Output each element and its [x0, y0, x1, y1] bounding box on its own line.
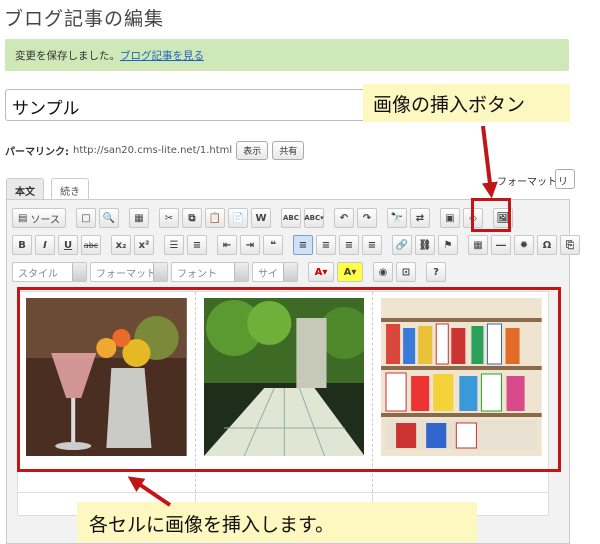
- spellcheck-icon[interactable]: ABC: [280, 208, 301, 228]
- unlink-icon[interactable]: ⛓: [415, 235, 435, 255]
- style-select[interactable]: スタイル: [12, 262, 87, 282]
- smiley-icon[interactable]: ✹: [514, 235, 534, 255]
- copy-icon[interactable]: ⧉: [181, 208, 202, 228]
- table-icon[interactable]: ▦: [468, 235, 488, 255]
- align-right-icon[interactable]: ≡: [339, 235, 359, 255]
- share-button[interactable]: 共有: [272, 141, 305, 160]
- align-center-icon[interactable]: ≡: [316, 235, 336, 255]
- bg-color-icon[interactable]: A▾: [337, 262, 363, 282]
- insert-image-highlight: [471, 198, 511, 232]
- link-icon[interactable]: 🔗: [392, 235, 412, 255]
- paste-icon[interactable]: 📋: [204, 208, 225, 228]
- align-justify-icon[interactable]: ≡: [362, 235, 382, 255]
- outdent-icon[interactable]: ⇤: [217, 235, 237, 255]
- font-chevron-down-icon: [234, 263, 248, 281]
- tab-more[interactable]: 続き: [51, 178, 89, 200]
- page-title: ブログ記事の編集: [4, 8, 165, 30]
- format-placeholder: フォーマット: [96, 268, 156, 280]
- size-placeholder: サイ: [258, 268, 278, 280]
- media-icon[interactable]: ◉: [373, 262, 393, 282]
- cells-hint-callout: 各セルに画像を挿入します。: [77, 502, 477, 542]
- underline-button[interactable]: U: [58, 235, 78, 255]
- bullet-list-icon[interactable]: ≡: [187, 235, 207, 255]
- font-placeholder: フォント: [177, 268, 217, 280]
- numbered-list-icon[interactable]: ☰: [164, 235, 184, 255]
- permalink-label: パーマリンク:: [5, 147, 69, 158]
- tab-body[interactable]: 本文: [6, 178, 44, 200]
- subscript-button[interactable]: x₂: [111, 235, 131, 255]
- notice-text: 変更を保存しました。: [15, 50, 120, 62]
- toolbar-row-2: B I U abc x₂ x² ☰ ≡ ⇤ ⇥ ❝ ≡ ≡ ≡ ≡ 🔗 ⛓ ⚑ …: [12, 235, 580, 255]
- paste-text-icon[interactable]: 📄: [227, 208, 248, 228]
- image-table-highlight: [17, 287, 561, 472]
- arrow-to-insert-image: [481, 125, 498, 199]
- format-label: フォーマット:: [497, 177, 561, 188]
- size-chevron-down-icon: [283, 263, 297, 281]
- horizontal-rule-icon[interactable]: ―: [491, 235, 511, 255]
- new-page-icon[interactable]: □: [75, 208, 96, 228]
- cut-icon[interactable]: ✂: [158, 208, 179, 228]
- italic-button[interactable]: I: [35, 235, 55, 255]
- find-icon[interactable]: 🔭: [386, 208, 407, 228]
- page-break-icon[interactable]: ⎘: [560, 235, 580, 255]
- redo-icon[interactable]: ↷: [356, 208, 377, 228]
- source-icon: ▤: [18, 212, 28, 224]
- template-icon[interactable]: ▦: [128, 208, 149, 228]
- special-char-icon[interactable]: Ω: [537, 235, 557, 255]
- toolbar-row-3: スタイル フォーマット フォント サイ A▾ A▾ ◉ ⊡ ?: [12, 262, 446, 282]
- indent-icon[interactable]: ⇥: [240, 235, 260, 255]
- format-block-select[interactable]: フォーマット: [90, 262, 168, 282]
- undo-icon[interactable]: ↶: [333, 208, 354, 228]
- style-placeholder: スタイル: [18, 268, 58, 280]
- font-select[interactable]: フォント: [171, 262, 249, 282]
- paste-word-icon[interactable]: W: [250, 208, 271, 228]
- anchor-icon[interactable]: ⚑: [438, 235, 458, 255]
- select-all-icon[interactable]: ▣: [439, 208, 460, 228]
- preview-icon[interactable]: 🔍: [98, 208, 119, 228]
- blockquote-icon[interactable]: ❝: [263, 235, 283, 255]
- strike-button[interactable]: abc: [81, 235, 101, 255]
- spellcheck-menu-icon[interactable]: ABC▾: [303, 208, 324, 228]
- save-notice: 変更を保存しました。ブログ記事を見る: [5, 39, 569, 71]
- bold-button[interactable]: B: [12, 235, 32, 255]
- post-title-input[interactable]: サンプル: [5, 89, 425, 121]
- style-chevron-down-icon: [72, 263, 86, 281]
- toolbar-row-1: ▤ ソース □ 🔍 ▦ ✂ ⧉ 📋 📄 W ABC ABC▾ ↶ ↷ 🔭 ⇄ ▣ …: [12, 208, 513, 228]
- permalink-row: パーマリンク: http://san20.cms-lite.net/1.html…: [5, 141, 305, 160]
- source-button[interactable]: ▤ ソース: [12, 208, 66, 228]
- view-post-link[interactable]: ブログ記事を見る: [120, 50, 204, 62]
- text-color-icon[interactable]: A▾: [308, 262, 334, 282]
- insert-image-callout: 画像の挿入ボタン: [363, 84, 570, 122]
- show-blocks-icon[interactable]: ⊡: [396, 262, 416, 282]
- source-label: ソース: [30, 214, 60, 226]
- size-select[interactable]: サイ: [252, 262, 298, 282]
- format-select[interactable]: リ: [555, 169, 575, 189]
- format-chevron-down-icon: [153, 263, 167, 281]
- permalink-url: http://san20.cms-lite.net/1.html: [73, 145, 233, 156]
- align-left-icon[interactable]: ≡: [293, 235, 313, 255]
- help-button[interactable]: ?: [426, 262, 446, 282]
- view-button[interactable]: 表示: [236, 141, 269, 160]
- superscript-button[interactable]: x²: [134, 235, 154, 255]
- replace-icon[interactable]: ⇄: [409, 208, 430, 228]
